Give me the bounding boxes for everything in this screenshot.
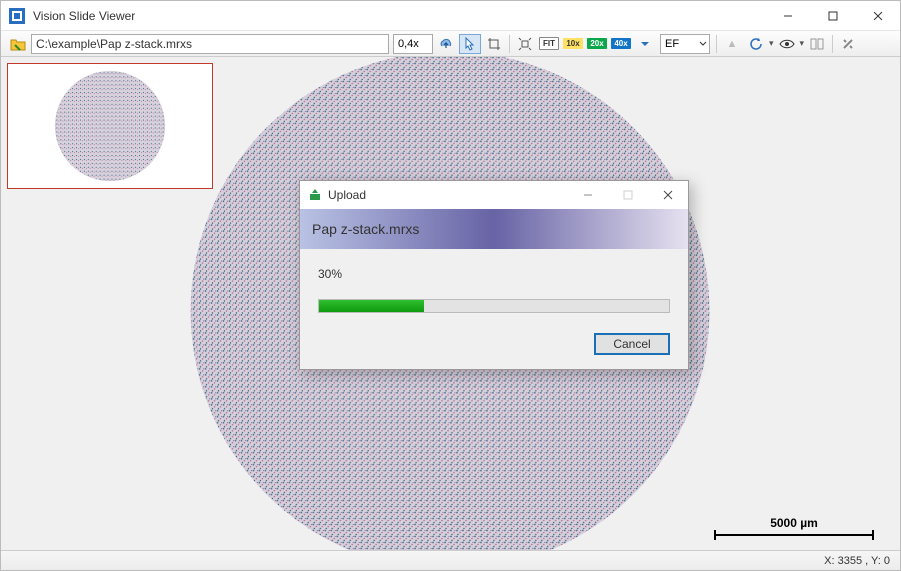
dialog-maximize-button[interactable] xyxy=(608,181,648,209)
panels-button[interactable] xyxy=(806,34,828,54)
zoom-fit-button[interactable]: FIT xyxy=(538,34,560,54)
cursor-coordinates: X: 3355 , Y: 0 xyxy=(824,555,890,567)
mode-label: EF xyxy=(665,38,679,50)
chevron-down-icon xyxy=(699,40,707,48)
upload-icon xyxy=(308,188,322,202)
mag40-badge: 40x xyxy=(611,38,631,49)
mag20-badge: 20x xyxy=(587,38,607,49)
settings-button[interactable] xyxy=(837,34,859,54)
fit-badge: FIT xyxy=(539,37,559,50)
zoom-40x-button[interactable]: 40x xyxy=(610,34,632,54)
status-bar: X: 3355 , Y: 0 xyxy=(1,550,900,570)
layer-up-button[interactable]: ▲ xyxy=(721,34,743,54)
mode-select[interactable]: EF xyxy=(660,34,710,54)
rotate-button[interactable] xyxy=(745,34,767,54)
scale-bar-line xyxy=(714,534,874,536)
cancel-button-label: Cancel xyxy=(613,337,650,351)
dialog-minimize-button[interactable] xyxy=(568,181,608,209)
upload-cloud-button[interactable] xyxy=(435,34,457,54)
zoom-level-label: 0,4x xyxy=(398,38,419,50)
window-minimize-button[interactable] xyxy=(765,1,810,31)
dialog-close-button[interactable] xyxy=(648,181,688,209)
zoom-dropdown-button[interactable] xyxy=(634,34,656,54)
zoom-level-select[interactable]: 0,4x xyxy=(393,34,433,54)
window-close-button[interactable] xyxy=(855,1,900,31)
cancel-button[interactable]: Cancel xyxy=(594,333,670,355)
pointer-tool-button[interactable] xyxy=(459,34,481,54)
mag10-badge: 10x xyxy=(563,38,583,49)
dialog-filename: Pap z-stack.mrxs xyxy=(312,221,419,237)
window-title: Vision Slide Viewer xyxy=(33,9,765,23)
file-path-input[interactable] xyxy=(31,34,389,54)
toolbar-separator xyxy=(509,35,510,53)
upload-progress-bar xyxy=(318,299,670,313)
upload-dialog: Upload Pap z-stack.mrxs 30% Cancel xyxy=(299,180,689,370)
scale-bar: 5000 µm xyxy=(714,516,874,536)
app-icon xyxy=(9,8,25,24)
toolbar-separator xyxy=(716,35,717,53)
open-file-button[interactable] xyxy=(7,34,29,54)
window-maximize-button[interactable] xyxy=(810,1,855,31)
view-eye-button[interactable] xyxy=(776,34,798,54)
upload-progress-fill xyxy=(319,300,424,312)
dialog-banner: Pap z-stack.mrxs xyxy=(300,209,688,249)
scale-bar-label: 5000 µm xyxy=(770,516,818,530)
upload-percent-label: 30% xyxy=(318,267,670,281)
thumbnail-overview[interactable] xyxy=(7,63,213,189)
toolbar-separator xyxy=(832,35,833,53)
main-toolbar: 0,4x FIT 10x 20x 40x EF ▲ ▾ ▾ xyxy=(1,31,900,57)
crop-tool-button[interactable] xyxy=(483,34,505,54)
window-titlebar: Vision Slide Viewer xyxy=(1,1,900,31)
dialog-title: Upload xyxy=(328,188,568,202)
zoom-20x-button[interactable]: 20x xyxy=(586,34,608,54)
zoom-fit-icon[interactable] xyxy=(514,34,536,54)
zoom-10x-button[interactable]: 10x xyxy=(562,34,584,54)
dialog-titlebar: Upload xyxy=(300,181,688,209)
